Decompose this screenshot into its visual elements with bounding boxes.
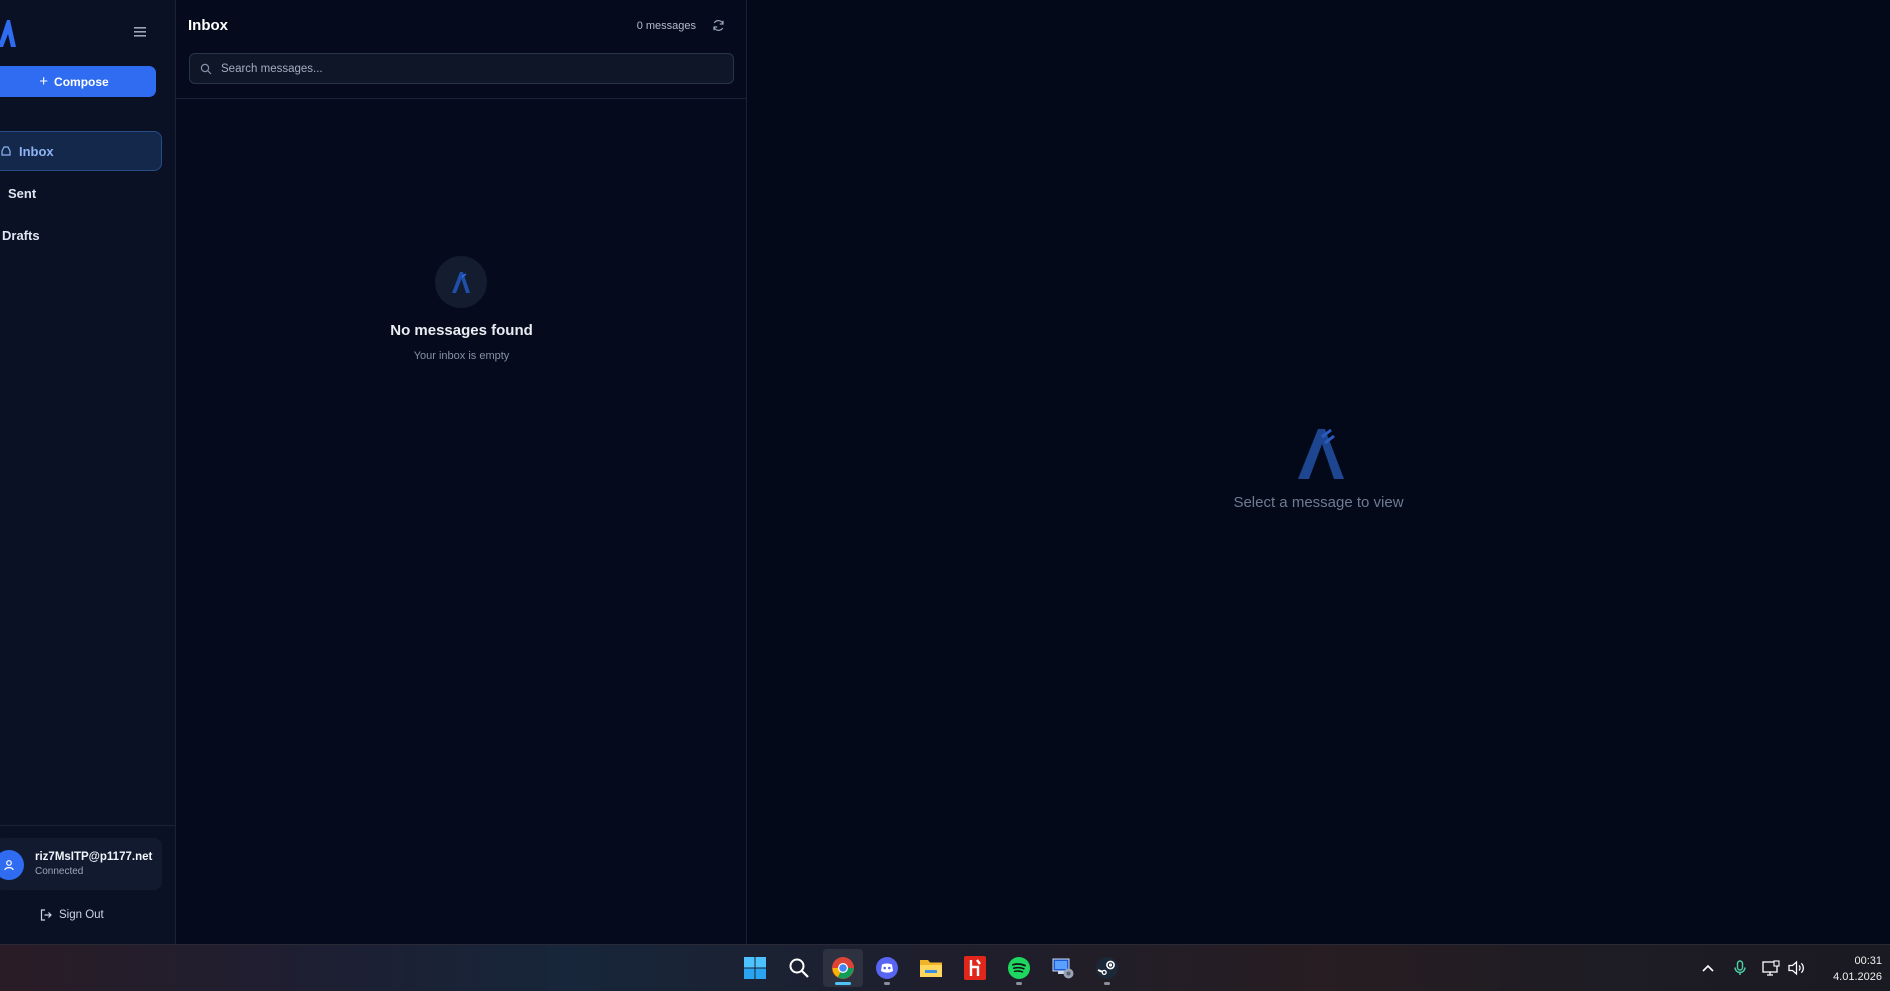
running-indicator xyxy=(1016,982,1022,985)
network-icon[interactable] xyxy=(1760,957,1782,979)
search-box xyxy=(189,53,734,84)
menu-toggle-icon[interactable] xyxy=(130,22,150,42)
sign-out-button[interactable]: Sign Out xyxy=(40,906,104,924)
tray-overflow-chevron-icon[interactable] xyxy=(1697,957,1719,979)
running-indicator xyxy=(884,982,890,985)
avatar xyxy=(0,850,24,880)
spotify-icon xyxy=(1008,957,1030,979)
taskbar-chrome[interactable] xyxy=(823,949,863,987)
search-icon xyxy=(789,958,809,978)
sidebar: + Compose Inbox Sent Drafts riz7MsITP@p1… xyxy=(0,0,176,944)
user-icon xyxy=(4,860,14,871)
steam-icon xyxy=(1096,957,1118,979)
app-logo-icon xyxy=(0,20,16,47)
taskbar-steam[interactable] xyxy=(1087,949,1127,987)
app-logo-icon xyxy=(1298,428,1344,479)
page-title: Inbox xyxy=(188,17,228,34)
clock-time: 00:31 xyxy=(1854,955,1882,967)
sidebar-item-label: Inbox xyxy=(19,143,54,159)
clock-date: 4.01.2026 xyxy=(1833,971,1882,983)
account-status: Connected xyxy=(35,866,84,877)
search-icon xyxy=(200,63,212,75)
active-indicator xyxy=(835,982,851,985)
search-input[interactable] xyxy=(221,54,721,83)
taskbar-network-app[interactable] xyxy=(1043,949,1083,987)
message-count: 0 messages xyxy=(636,20,696,32)
reader-placeholder: Select a message to view xyxy=(1233,494,1404,511)
sidebar-item-sent[interactable]: Sent xyxy=(0,173,162,213)
chrome-icon xyxy=(832,957,854,979)
empty-state-subtitle: Your inbox is empty xyxy=(413,350,510,362)
sidebar-divider xyxy=(0,825,176,826)
sidebar-item-label: Drafts xyxy=(2,227,40,243)
start-button[interactable] xyxy=(735,949,775,987)
taskbar: 00:31 4.01.2026 xyxy=(0,944,1890,991)
sidebar-item-drafts[interactable]: Drafts xyxy=(0,215,162,255)
volume-icon[interactable] xyxy=(1786,957,1808,979)
microphone-icon[interactable] xyxy=(1729,957,1751,979)
taskbar-discord[interactable] xyxy=(867,949,907,987)
sign-out-icon xyxy=(40,909,52,921)
running-indicator xyxy=(1104,982,1110,985)
app-logo-icon xyxy=(452,272,470,293)
start-icon xyxy=(744,957,766,979)
list-divider xyxy=(176,98,747,99)
taskbar-spotify[interactable] xyxy=(999,949,1039,987)
compose-button[interactable]: + Compose xyxy=(0,66,156,97)
red-app-icon xyxy=(964,956,986,980)
plus-icon: + xyxy=(39,73,49,90)
taskbar-file-explorer[interactable] xyxy=(911,949,951,987)
system-clock[interactable]: 00:31 4.01.2026 xyxy=(1812,953,1882,985)
inbox-icon xyxy=(1,146,11,156)
empty-state-title: No messages found xyxy=(390,322,533,339)
account-card[interactable]: riz7MsITP@p1177.net Connected xyxy=(0,838,162,890)
taskbar-search[interactable] xyxy=(779,949,819,987)
reading-pane: Select a message to view xyxy=(747,0,1890,944)
refresh-icon[interactable] xyxy=(710,17,726,33)
discord-icon xyxy=(876,957,898,979)
file-explorer-icon xyxy=(920,960,942,977)
taskbar-red-app[interactable] xyxy=(955,949,995,987)
sign-out-label: Sign Out xyxy=(59,909,104,921)
sidebar-item-label: Sent xyxy=(8,185,37,201)
sidebar-item-inbox[interactable]: Inbox xyxy=(0,131,162,171)
message-list-pane: Inbox 0 messages No messages foun xyxy=(176,0,747,944)
mail-app: + Compose Inbox Sent Drafts riz7MsITP@p1… xyxy=(0,0,1890,944)
compose-label: Compose xyxy=(54,74,109,89)
empty-state-logo xyxy=(435,256,487,308)
account-email: riz7MsITP@p1177.net xyxy=(35,851,153,863)
network-app-icon xyxy=(1052,958,1074,979)
